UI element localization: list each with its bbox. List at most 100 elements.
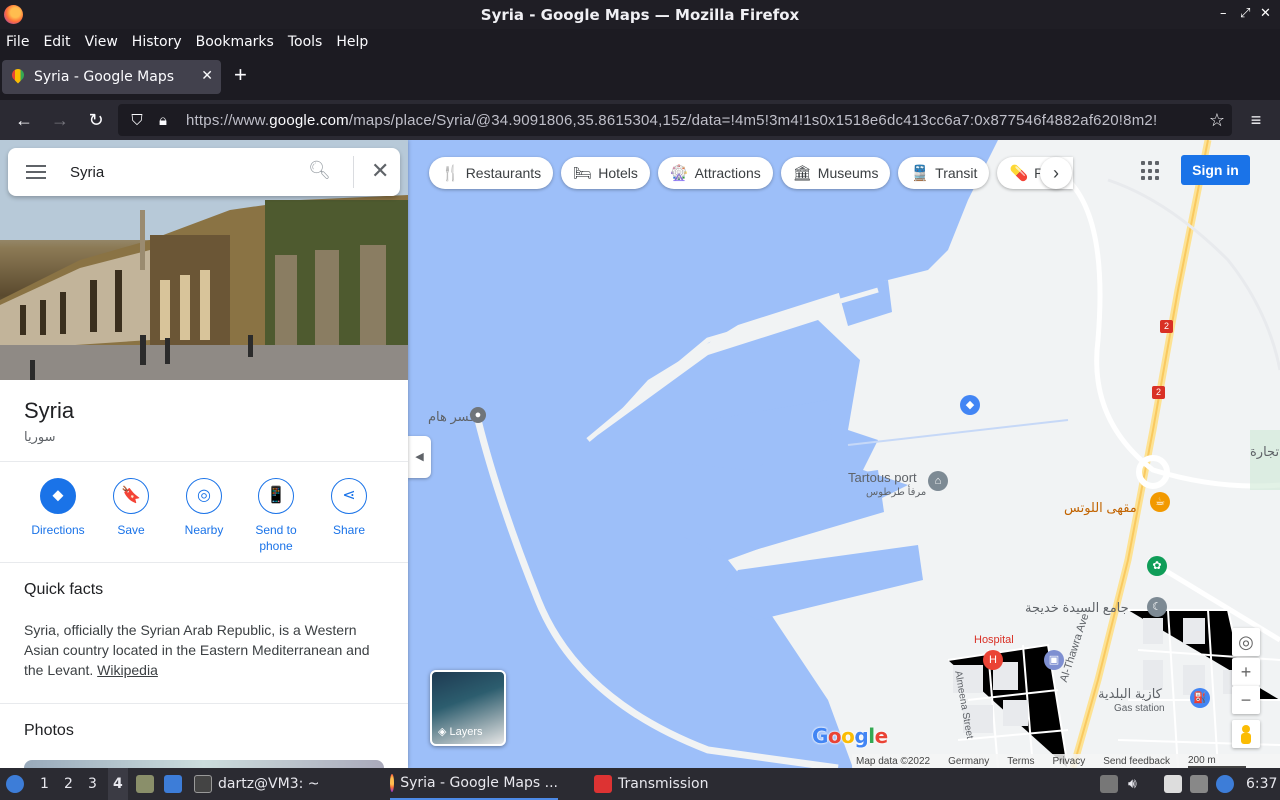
scale-bar[interactable]: 200 m — [1187, 755, 1246, 768]
museum-icon: 🏛 — [792, 165, 812, 182]
collapse-panel-button[interactable]: ◀ — [408, 436, 431, 478]
menu-tools[interactable]: Tools — [288, 34, 323, 50]
file-manager-icon[interactable] — [136, 768, 160, 800]
forward-arrow-icon[interactable]: → — [48, 108, 72, 132]
bookmark-star-icon[interactable]: ☆ — [1205, 108, 1229, 132]
clipboard-icon[interactable] — [1164, 768, 1188, 800]
hamburger-menu-icon[interactable]: ≡ — [1244, 108, 1268, 132]
close-window-button[interactable]: ✕ — [1260, 6, 1271, 21]
bed-icon: 🛏 — [573, 165, 593, 182]
search-icon[interactable]: 🔍︎ — [308, 160, 331, 181]
place-panel: 🔍︎ ✕ Syria سوريا ⬥ Directions 🔖 Save ◎ N… — [0, 140, 408, 768]
road-shield-2: 2 — [1160, 320, 1173, 333]
tab-close-icon[interactable]: ✕ — [201, 68, 213, 84]
map-pin-icon[interactable]: ● — [470, 407, 486, 423]
navigation-bar: ← → ↻ ⛉ 🔒︎ https://www.google.com/maps/p… — [0, 100, 1280, 140]
url-bar[interactable]: ⛉ 🔒︎ https://www.google.com/maps/place/S… — [118, 104, 1232, 136]
my-location-icon[interactable]: ◎ — [1232, 628, 1260, 656]
notification-icon[interactable] — [1216, 768, 1240, 800]
workspace-2[interactable]: 2 — [64, 768, 73, 800]
gas-station-arabic-label[interactable]: كازية البلدية — [1098, 686, 1162, 702]
menu-view[interactable]: View — [85, 34, 118, 50]
shopping-bag-icon[interactable]: ◆ — [960, 395, 980, 415]
chip-hotels[interactable]: 🛏 Hotels — [561, 157, 650, 189]
cafe-icon[interactable]: ☕ — [1150, 492, 1170, 512]
hospital-label[interactable]: Hospital — [974, 634, 1014, 646]
window-titlebar: Syria - Google Maps — Mozilla Firefox – … — [0, 0, 1280, 29]
terms-link[interactable]: Terms — [1007, 756, 1034, 767]
clock[interactable]: 6:37 — [1246, 768, 1277, 800]
sign-in-button[interactable]: Sign in — [1181, 155, 1250, 185]
tray-download-icon[interactable] — [1100, 768, 1124, 800]
send-feedback-link[interactable]: Send feedback — [1103, 756, 1170, 767]
display-icon[interactable] — [1190, 768, 1214, 800]
lotus-cafe-label[interactable]: مقهى اللوتس — [1064, 500, 1137, 516]
menu-file[interactable]: File — [6, 34, 29, 50]
gas-pump-icon[interactable]: ⛽ — [1190, 688, 1210, 708]
train-icon: 🚆 — [910, 165, 930, 182]
gas-station-label[interactable]: Gas station — [1114, 703, 1165, 714]
map-canvas[interactable]: 2 2 مكسر هام ● Tartous port مرفأ طرطوس ⌂… — [408, 140, 1280, 768]
google-apps-icon[interactable] — [1141, 161, 1161, 181]
share-button[interactable]: ⋖ Share — [312, 478, 386, 538]
tab-title: Syria - Google Maps — [34, 69, 175, 85]
tartous-port-arabic-label[interactable]: مرفأ طرطوس — [866, 487, 926, 498]
nearby-button[interactable]: ◎ Nearby — [167, 478, 241, 538]
mosque-icon[interactable]: ☾ — [1147, 597, 1167, 617]
region-link[interactable]: Germany — [948, 756, 989, 767]
park-icon[interactable]: ✿ — [1147, 556, 1167, 576]
zoom-out-button[interactable]: − — [1232, 686, 1260, 714]
menu-help[interactable]: Help — [336, 34, 368, 50]
bookmark-icon: 🔖 — [113, 478, 149, 514]
taskbar-firefox[interactable]: Syria - Google Maps ... — [390, 768, 558, 800]
new-tab-button[interactable]: + — [234, 64, 247, 86]
wikipedia-link[interactable]: Wikipedia — [97, 662, 158, 678]
chip-attractions[interactable]: 🎡 Attractions — [657, 157, 773, 189]
firefox-logo-icon — [4, 5, 23, 24]
chevron-right-icon[interactable]: › — [1040, 157, 1072, 189]
workspace-4[interactable]: 4 — [108, 768, 128, 800]
category-chips: 🍴 Restaurants 🛏 Hotels 🎡 Attractions 🏛 Museu… — [429, 157, 1081, 189]
port-landmark-icon[interactable]: ⌂ — [928, 471, 948, 491]
back-arrow-icon[interactable]: ← — [12, 108, 36, 132]
hospital-icon[interactable]: H — [983, 650, 1003, 670]
workspace-3[interactable]: 3 — [88, 768, 97, 800]
menu-bookmarks[interactable]: Bookmarks — [196, 34, 274, 50]
search-input[interactable] — [70, 160, 290, 184]
save-button[interactable]: 🔖 Save — [94, 478, 168, 538]
reload-icon[interactable]: ↻ — [84, 108, 108, 132]
menu-history[interactable]: History — [132, 34, 182, 50]
shield-icon[interactable]: ⛉ — [126, 112, 148, 129]
chip-restaurants[interactable]: 🍴 Restaurants — [429, 157, 554, 189]
maximize-button[interactable]: ⤢ — [1240, 6, 1250, 21]
workspace-1[interactable]: 1 — [40, 768, 49, 800]
start-menu-icon[interactable] — [6, 768, 30, 800]
street-view-pegman-icon[interactable] — [1232, 720, 1260, 748]
url-text[interactable]: https://www.google.com/maps/place/Syria/… — [186, 112, 1157, 129]
quick-facts-title: Quick facts — [24, 581, 104, 598]
volume-icon[interactable]: 🔊︎ — [1128, 768, 1137, 800]
tijara-label[interactable]: تجارة — [1250, 444, 1279, 460]
mosque-label[interactable]: جامع السيدة خديجة — [1025, 600, 1129, 616]
taskbar-terminal[interactable]: dartz@VM3: ~ — [194, 768, 320, 800]
lock-icon[interactable]: 🔒︎ — [152, 112, 174, 129]
chip-museums[interactable]: 🏛 Museums — [780, 157, 891, 189]
send-to-phone-button[interactable]: 📱 Send to phone — [239, 478, 313, 554]
desktop-icon[interactable] — [164, 768, 188, 800]
minimize-button[interactable]: – — [1220, 6, 1227, 21]
directions-button[interactable]: ⬥ Directions — [21, 478, 95, 538]
close-icon[interactable]: ✕ — [371, 158, 389, 184]
privacy-link[interactable]: Privacy — [1052, 756, 1085, 767]
photos-strip[interactable] — [24, 760, 384, 768]
zoom-in-button[interactable]: + — [1232, 658, 1260, 686]
layers-button[interactable]: ◈ Layers — [430, 670, 506, 746]
place-subtitle-arabic: سوريا — [24, 429, 56, 444]
tab-google-maps[interactable]: Syria - Google Maps ✕ — [2, 60, 221, 94]
chip-transit[interactable]: 🚆 Transit — [898, 157, 990, 189]
tartous-port-label[interactable]: Tartous port — [848, 470, 917, 485]
menu-icon[interactable] — [26, 165, 46, 179]
layers-stack-icon: ◈ — [438, 726, 450, 738]
menu-edit[interactable]: Edit — [43, 34, 70, 50]
pharmacy-icon: 💊 — [1009, 165, 1029, 182]
taskbar-transmission[interactable]: Transmission — [594, 768, 708, 800]
